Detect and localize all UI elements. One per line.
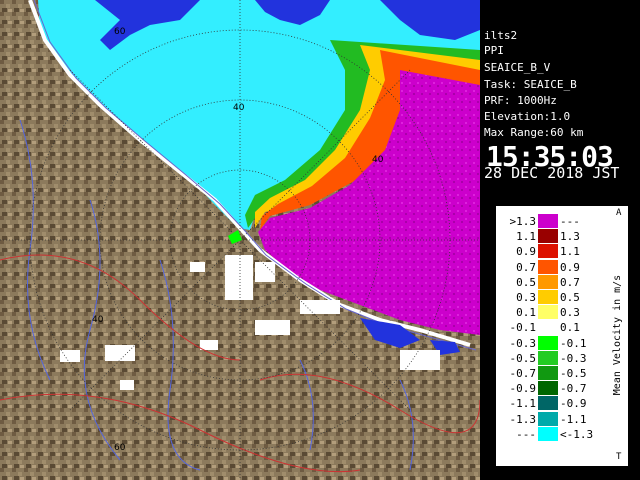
legend-lower-bound: -0.1 <box>509 321 537 335</box>
legend-upper-bound: --- <box>560 215 580 228</box>
legend-lower-bound: --- <box>516 427 536 441</box>
product-name: SEAICE_B_V <box>484 61 551 74</box>
legend-upper-bound: -1.1 <box>560 412 587 426</box>
ring-label-60-top: 60 <box>114 27 126 37</box>
legend-upper-bound: -0.5 <box>560 367 587 380</box>
legend-color-swatch <box>538 396 558 411</box>
scan-mode: PPI <box>484 44 504 57</box>
prf-value: PRF: 1000Hz <box>484 94 557 107</box>
legend-lower-bound: 0.7 <box>516 260 536 274</box>
legend-upper-bound: -0.9 <box>560 397 587 411</box>
ring-label-60-bottom: 60 <box>114 443 126 453</box>
legend-lower-bound: 1.1 <box>516 230 536 244</box>
legend-color-swatch <box>538 259 558 274</box>
legend-upper-bound: -0.1 <box>560 336 587 350</box>
legend-color-swatch <box>538 381 558 396</box>
legend-color-swatch <box>538 214 558 228</box>
legend-upper-bound: 0.1 <box>560 321 580 335</box>
max-range-value: Max Range:60 km <box>484 126 584 139</box>
legend-color-swatch <box>538 305 558 320</box>
elevation-value: Elevation:1.0 <box>484 110 571 123</box>
legend-color-swatch <box>538 335 558 350</box>
legend-title: Mean Velocity in m/s <box>612 274 623 396</box>
legend-lower-bound: 0.5 <box>516 275 536 289</box>
legend-color-swatch <box>538 229 558 244</box>
legend-corner-top: A <box>616 208 622 218</box>
legend-upper-bound: 0.3 <box>560 306 580 320</box>
legend-upper-bound: -0.3 <box>560 351 587 365</box>
info-panel: ilts2 PPI SEAICE_B_V Task: SEAICE_B PRF:… <box>480 27 640 187</box>
ring-label-40-left: 40 <box>92 315 104 325</box>
legend-upper-bound: 1.1 <box>560 245 580 259</box>
legend-color-swatch <box>538 290 558 304</box>
legend-color-swatch <box>538 244 558 259</box>
legend-lower-bound: -1.3 <box>509 412 537 426</box>
ring-label-40-top: 40 <box>233 103 245 113</box>
legend-lower-bound: >1.3 <box>509 215 537 228</box>
task-name: Task: SEAICE_B <box>484 78 577 91</box>
legend-lower-bound: -1.1 <box>509 397 537 411</box>
legend-lower-bound: -0.5 <box>509 351 537 365</box>
legend-lower-bound: -0.3 <box>509 336 537 350</box>
legend-lower-bound: -0.9 <box>509 382 537 396</box>
legend-color-swatch <box>538 366 558 380</box>
legend-upper-bound: <-1.3 <box>560 427 594 441</box>
radar-ppi-map[interactable]: 60 40 40 40 60 <box>0 0 480 480</box>
legend-corner-bottom: T <box>616 452 622 462</box>
legend-lower-bound: 0.1 <box>516 306 536 320</box>
legend-color-swatch <box>538 350 558 365</box>
site-name: ilts2 <box>484 29 518 42</box>
legend-color-swatch <box>538 320 558 335</box>
legend-lower-bound: 0.3 <box>516 291 536 304</box>
legend-upper-bound: 1.3 <box>560 230 580 244</box>
legend-lower-bound: 0.9 <box>516 245 536 259</box>
velocity-legend: >1.3 --- 1.1 1.3 0.9 1.1 0.7 0.9 0.5 0.7 0.3 0.5 0.1… <box>496 206 628 466</box>
legend-color-swatch <box>538 426 558 441</box>
legend-color-swatch <box>538 411 558 426</box>
legend-upper-bound: 0.7 <box>560 275 580 289</box>
legend-color-swatch <box>538 274 558 289</box>
legend-row: >1.3 --- <box>496 214 628 229</box>
scan-date: 28 DEC 2018 JST <box>484 164 620 182</box>
legend-lower-bound: -0.7 <box>509 367 537 380</box>
legend-upper-bound: 0.9 <box>560 260 580 274</box>
legend-upper-bound: 0.5 <box>560 291 580 304</box>
legend-upper-bound: -0.7 <box>560 382 587 396</box>
ring-label-40-right: 40 <box>372 155 384 165</box>
